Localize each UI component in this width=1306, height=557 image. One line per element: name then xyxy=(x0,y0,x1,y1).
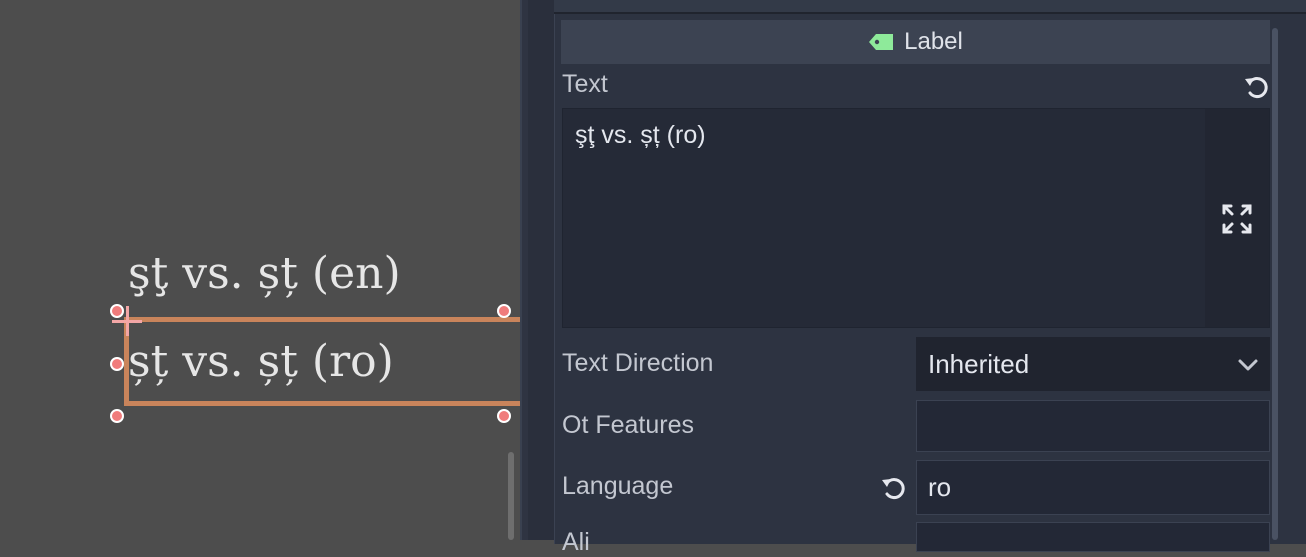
category-header-label[interactable]: Label xyxy=(561,20,1270,64)
textarea-side-strip xyxy=(1205,109,1269,327)
text-direction-select[interactable]: Inherited xyxy=(916,337,1270,391)
viewport-scrollbar[interactable] xyxy=(508,452,514,540)
resize-handle-top-left[interactable] xyxy=(110,304,124,318)
resize-handle-top-right[interactable] xyxy=(497,304,511,318)
ot-features-field[interactable] xyxy=(916,400,1270,452)
resize-handle-bottom-left[interactable] xyxy=(110,409,124,423)
chevron-down-icon xyxy=(1238,359,1258,371)
text-direction-value: Inherited xyxy=(928,348,1030,379)
property-name-text-direction: Text Direction xyxy=(562,349,714,377)
reset-icon[interactable] xyxy=(879,473,909,503)
property-name-text: Text xyxy=(562,70,608,98)
expand-icon[interactable] xyxy=(1221,203,1253,235)
text-property-textarea[interactable]: şţ vs. șț (ro) xyxy=(562,108,1270,328)
selection-rect[interactable] xyxy=(124,317,520,406)
inspector-scrollbar[interactable] xyxy=(1272,28,1278,540)
category-header-title: Label xyxy=(904,28,963,55)
inspector-top-bar xyxy=(554,0,1306,14)
inspector-panel: Label Text şţ vs. șț (ro) Text Direction… xyxy=(528,0,1306,556)
text-property-value: şţ vs. șț (ro) xyxy=(575,121,706,149)
pivot-crosshair-v xyxy=(126,306,129,336)
resize-handle-middle-left[interactable] xyxy=(110,357,124,371)
language-field[interactable]: ro xyxy=(916,460,1270,515)
label-tag-icon xyxy=(869,34,894,50)
resize-handle-bottom-right[interactable] xyxy=(497,409,511,423)
label-node-en[interactable]: şţ vs. șț (en) xyxy=(128,252,401,296)
split-divider[interactable] xyxy=(520,0,528,540)
property-name-next: Ali xyxy=(562,528,590,556)
next-property-field[interactable] xyxy=(916,522,1270,552)
property-name-language: Language xyxy=(562,472,674,500)
canvas-viewport[interactable]: şţ vs. șț (en) șț vs. șț (ro) xyxy=(0,0,520,540)
property-name-ot-features: Ot Features xyxy=(562,411,694,439)
reset-icon[interactable] xyxy=(1242,72,1272,102)
